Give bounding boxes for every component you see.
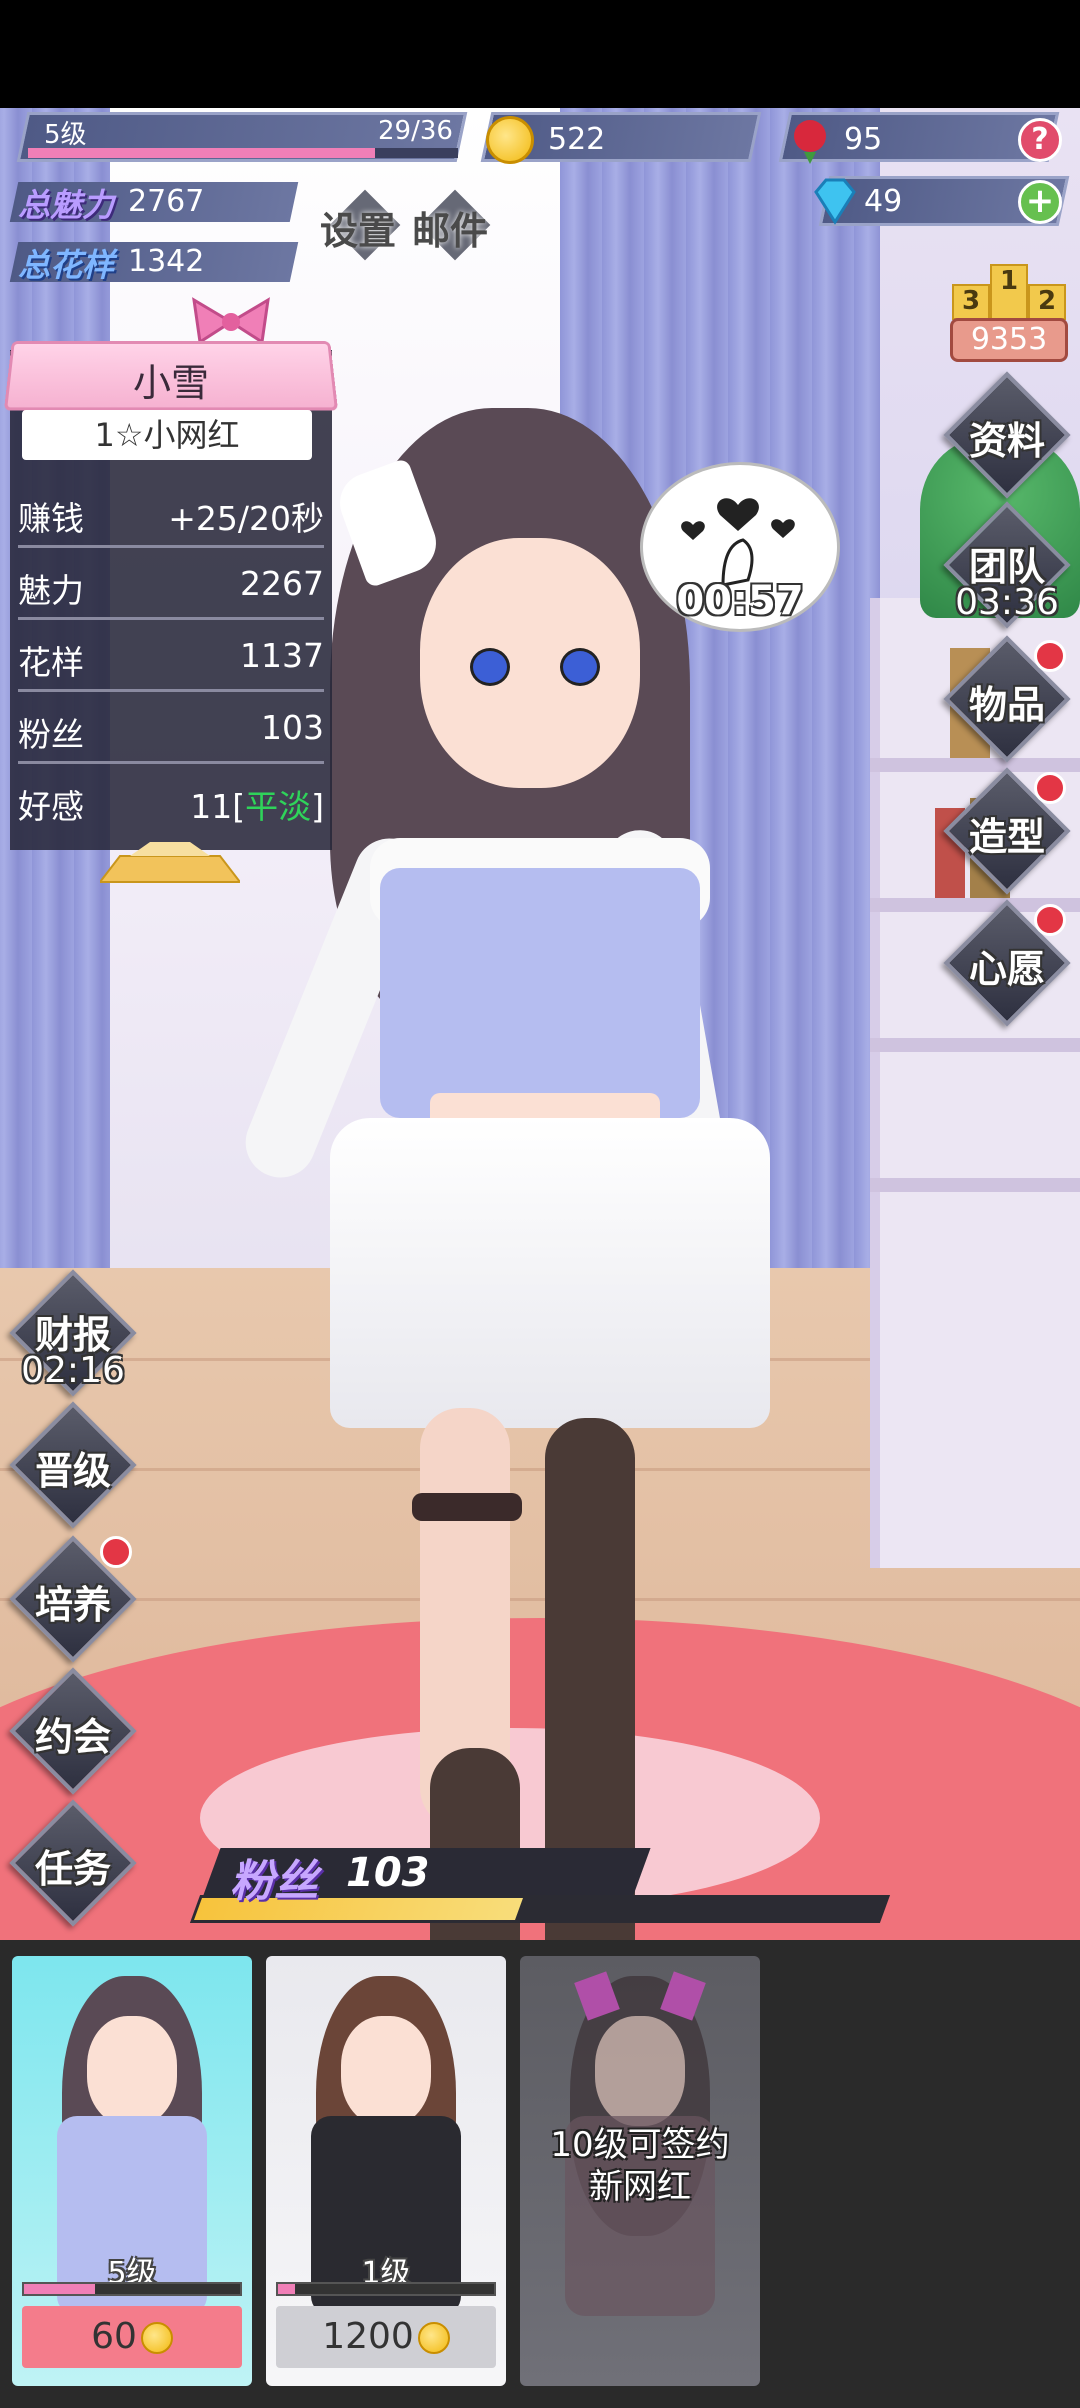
level-progress-text: 29/36	[378, 116, 453, 146]
character-skirt	[330, 1118, 770, 1428]
rank-value: 9353	[950, 318, 1068, 362]
financial-report-timer: 02:16	[21, 1350, 125, 1391]
diamond-icon	[808, 176, 862, 226]
mood-timer: 00:57	[676, 578, 804, 624]
rose-count: 95	[844, 122, 883, 157]
status-bar	[0, 0, 1080, 108]
game-screen: { "hud": { "level_label": "5级", "level_p…	[0, 0, 1080, 2408]
affection-state: 平淡	[245, 787, 312, 826]
total-style-label: 总花样	[18, 246, 115, 284]
character-top	[380, 868, 700, 1118]
character-face	[420, 538, 640, 788]
upgrade-price-button[interactable]: 60	[22, 2306, 242, 2368]
date-button[interactable]: 约会	[9, 1667, 137, 1795]
tasks-button[interactable]: 任务	[9, 1799, 137, 1927]
promote-button[interactable]: 晋级	[9, 1401, 137, 1529]
settings-button[interactable]: 设置	[320, 200, 396, 255]
team-timer: 03:36	[955, 582, 1059, 623]
rose-icon	[784, 114, 836, 166]
financial-report-button[interactable]: 财报 02:16	[9, 1269, 137, 1397]
ranking-button[interactable]: 3 1 2	[950, 250, 1068, 320]
train-notification-dot	[100, 1536, 132, 1568]
coin-icon	[417, 2322, 450, 2354]
coin-count: 522	[548, 122, 606, 157]
lock-text-line2: 新网红	[589, 2167, 691, 2207]
profile-button[interactable]: 资料	[943, 371, 1071, 499]
stat-row-earning: 赚钱 +25/20秒	[18, 482, 324, 552]
card-level-progress	[278, 2284, 295, 2294]
total-charm-value: 2767	[128, 184, 205, 219]
total-charm-label: 总魅力	[18, 186, 115, 224]
lock-text-line1: 10级可签约	[550, 2125, 730, 2165]
locked-influencer-card[interactable]: 10级可签约 新网红	[520, 1956, 760, 2386]
character-name: 小雪	[132, 361, 209, 405]
stat-row-fans: 粉丝 103	[18, 698, 324, 768]
card-level-progress	[24, 2284, 95, 2294]
wish-notification-dot	[1034, 904, 1066, 936]
character-title: 1☆小网红	[22, 410, 312, 460]
coin-icon	[140, 2322, 173, 2354]
help-button[interactable]: ?	[1018, 118, 1062, 162]
podium-second: 2	[1028, 284, 1066, 320]
stat-row-affection: 好感 11[平淡]	[18, 787, 324, 826]
items-notification-dot	[1034, 640, 1066, 672]
influencer-card-1[interactable]: 5级 60	[12, 1956, 252, 2386]
total-style-value: 1342	[128, 244, 205, 279]
podium-first: 1	[990, 264, 1028, 320]
level-label: 5级	[44, 120, 87, 150]
affection-value: 11	[190, 787, 233, 826]
add-gems-button[interactable]: +	[1018, 180, 1062, 224]
mail-button[interactable]: 邮件	[412, 200, 488, 255]
fans-label: 粉丝	[230, 1856, 318, 1907]
gem-count: 49	[864, 184, 903, 219]
upgrade-price-button[interactable]: 1200	[276, 2306, 496, 2368]
coin-icon	[486, 116, 534, 164]
fans-value: 103	[346, 1850, 430, 1896]
stat-row-style: 花样 1137	[18, 626, 324, 696]
team-button[interactable]: 团队 03:36	[943, 501, 1071, 629]
collapse-panel-button[interactable]	[97, 838, 243, 884]
stat-row-charm: 魅力 2267	[18, 554, 324, 624]
influencer-card-2[interactable]: 1级 1200	[266, 1956, 506, 2386]
podium-third: 3	[952, 284, 990, 320]
styling-notification-dot	[1034, 772, 1066, 804]
